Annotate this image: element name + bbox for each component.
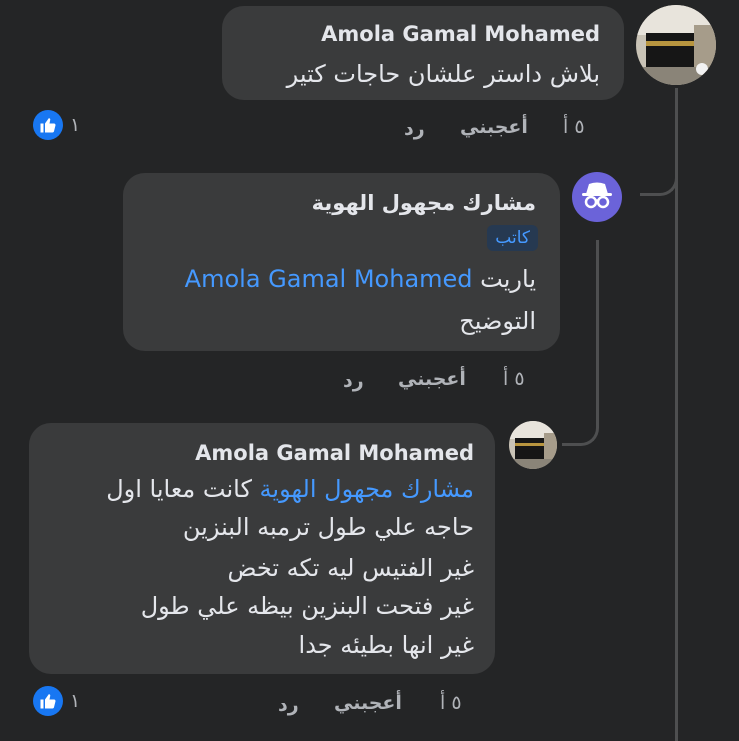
reply-button[interactable]: رد	[343, 370, 364, 392]
reaction-count[interactable]: ١	[70, 690, 80, 712]
reply-button[interactable]: رد	[404, 118, 425, 140]
mention-link[interactable]: Amola Gamal Mohamed	[185, 265, 473, 293]
comment-text: بلاش داستر علشان حاجات كتير	[286, 60, 600, 88]
comment-timestamp[interactable]: ٥ أ	[440, 692, 462, 714]
kaaba-avatar-image	[509, 421, 557, 469]
like-button[interactable]: أعجبني	[398, 368, 466, 390]
like-button[interactable]: أعجبني	[460, 116, 528, 138]
comment-text-body: ياريت	[480, 265, 536, 293]
comment-timestamp[interactable]: ٥ أ	[503, 368, 525, 390]
comment-text-line: التوضيح	[459, 307, 536, 335]
avatar[interactable]	[636, 5, 716, 85]
comment-text-line: حاجه علي طول ترمبه البنزين	[182, 513, 474, 541]
comment-author[interactable]: Amola Gamal Mohamed	[321, 22, 600, 46]
comment-text-body: كانت معايا اول	[106, 475, 252, 503]
anonymous-spy-icon	[582, 182, 612, 209]
mention-link[interactable]: مشارك مجهول الهوية	[260, 475, 474, 503]
thread-curve-1	[640, 160, 678, 196]
comment-text-line: غير الفتيس ليه تكه تخض	[227, 554, 474, 582]
comment-bubble: Amola Gamal Mohamed مشارك مجهول الهوية ك…	[29, 423, 495, 674]
thread-line-reply	[596, 240, 599, 410]
comment-text-line: غير انها بطيئه جدا	[298, 631, 474, 659]
comment-author[interactable]: Amola Gamal Mohamed	[195, 441, 474, 465]
reaction-count[interactable]: ١	[70, 114, 80, 136]
comment-text: ياريت Amola Gamal Mohamed	[185, 265, 536, 293]
comment-text-line: غير فتحت البنزين بيظه علي طول	[140, 592, 474, 620]
author-badge: كاتب	[487, 225, 538, 251]
avatar[interactable]	[509, 421, 557, 469]
thumbs-up-icon[interactable]	[33, 110, 63, 140]
comment-bubble: Amola Gamal Mohamed بلاش داستر علشان حاج…	[222, 6, 624, 100]
like-button[interactable]: أعجبني	[334, 692, 402, 714]
comment-bubble: مشارك مجهول الهوية كاتب ياريت Amola Gama…	[123, 173, 560, 351]
comment-author[interactable]: مشارك مجهول الهوية	[312, 191, 536, 215]
thumbs-up-icon[interactable]	[33, 686, 63, 716]
avatar[interactable]	[572, 172, 622, 222]
thread-curve-2	[562, 410, 599, 446]
reply-button[interactable]: رد	[278, 694, 299, 716]
comment-text: مشارك مجهول الهوية كانت معايا اول	[106, 475, 474, 503]
kaaba-avatar-image	[636, 5, 716, 85]
comment-timestamp[interactable]: ٥ أ	[563, 116, 585, 138]
